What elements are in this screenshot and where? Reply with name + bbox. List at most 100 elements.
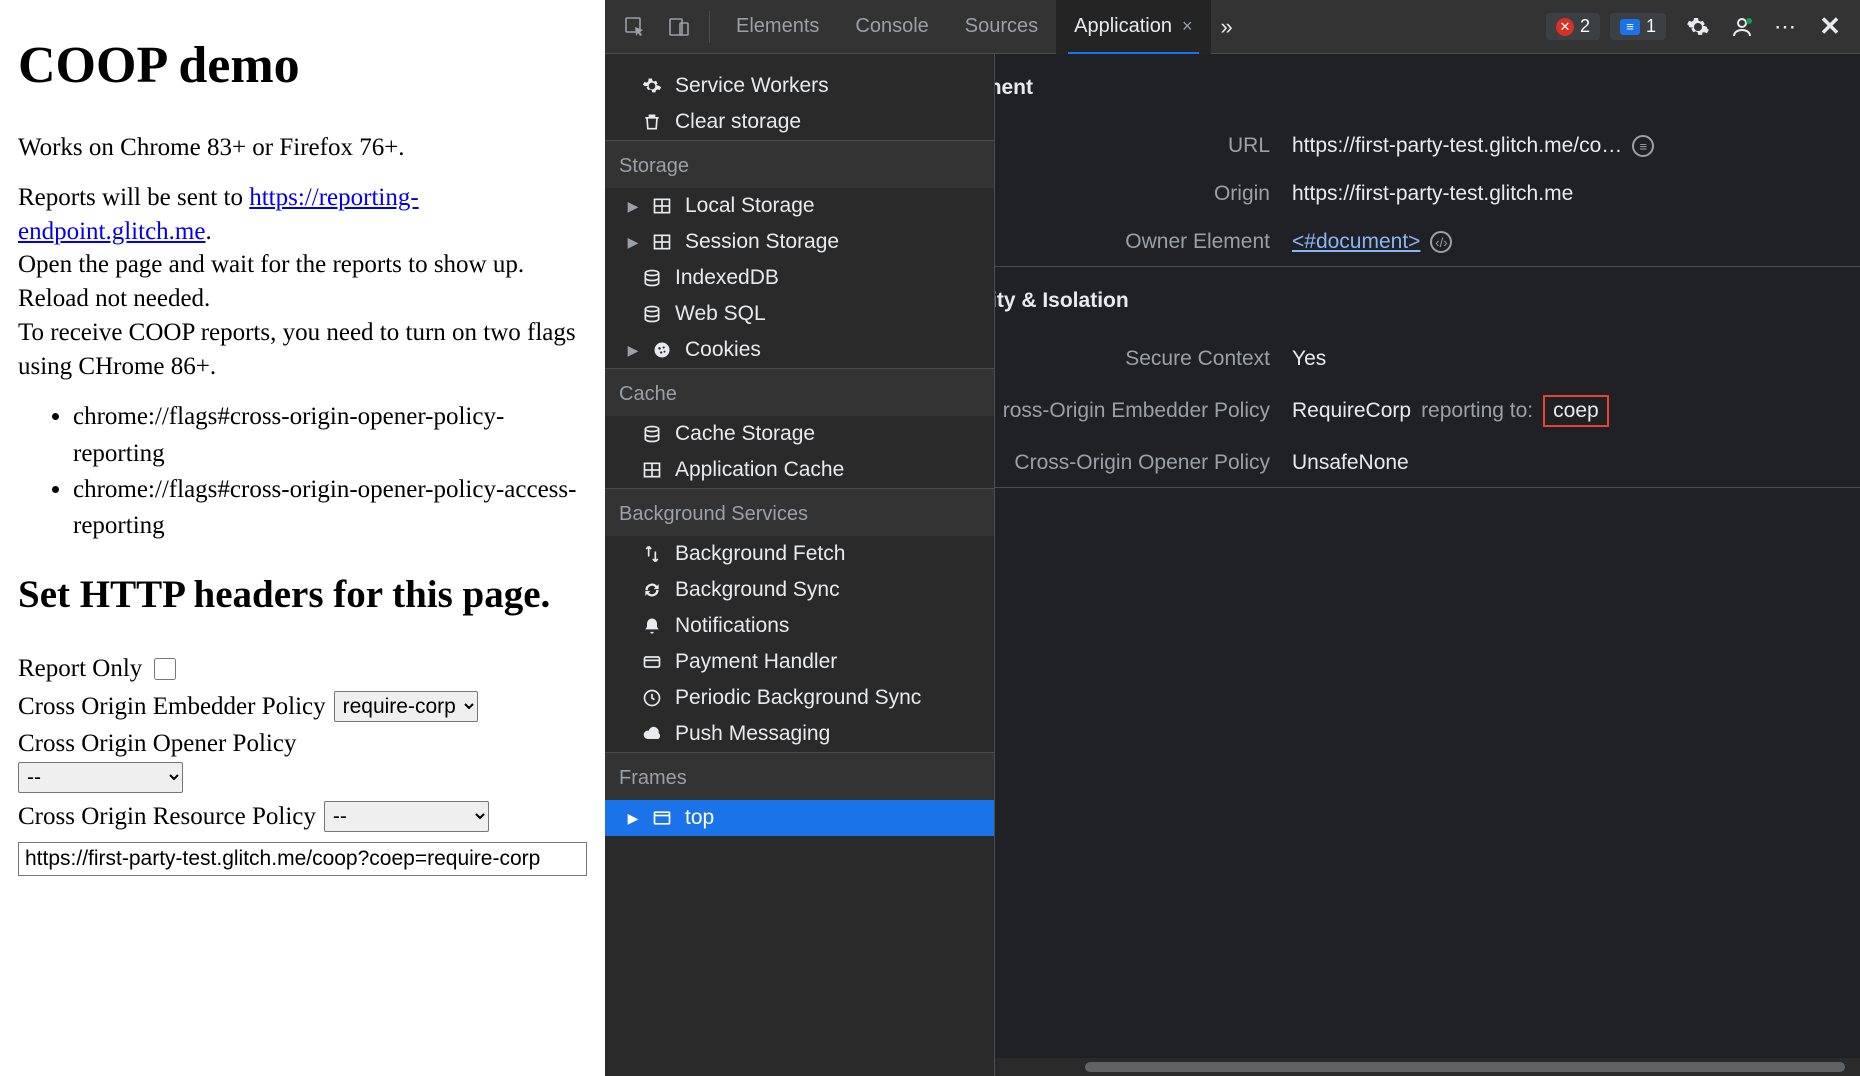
expand-icon[interactable]: ▶	[627, 198, 639, 215]
sidebar-item-background-fetch[interactable]: Background Fetch	[605, 536, 994, 572]
reveal-icon[interactable]: ≡	[1632, 135, 1654, 157]
corp-row: Cross Origin Resource Policy --	[18, 801, 587, 832]
report-only-checkbox[interactable]	[154, 658, 176, 680]
page-title: COOP demo	[18, 36, 587, 95]
inspect-element-icon[interactable]	[617, 9, 653, 45]
error-icon: ✕	[1556, 18, 1574, 36]
sidebar-item-indexeddb[interactable]: IndexedDB	[605, 260, 994, 296]
sidebar-group-cache: Cache	[605, 368, 994, 416]
owner-element-link[interactable]: <#document>	[1292, 230, 1420, 254]
coep-label: ross-Origin Embedder Policy	[995, 399, 1270, 423]
kebab-menu-icon[interactable]: ⋯	[1770, 11, 1802, 43]
window-icon	[651, 807, 673, 829]
secure-context-label: Secure Context	[995, 347, 1270, 371]
page-reports: Reports will be sent to https://reportin…	[18, 181, 587, 384]
errors-pill[interactable]: ✕ 2	[1546, 13, 1600, 40]
application-sidebar[interactable]: Manifest Service Workers Clear storage S…	[605, 54, 995, 1076]
info-icon: ≡	[1620, 19, 1640, 35]
tab-elements[interactable]: Elements	[718, 0, 837, 54]
coop-value: UnsafeNone	[1292, 451, 1409, 475]
demo-page: COOP demo Works on Chrome 83+ or Firefox…	[0, 0, 605, 1076]
sidebar-item-clear-storage[interactable]: Clear storage	[605, 104, 994, 140]
bell-icon	[641, 615, 663, 637]
coop-row: Cross Origin Opener Policy	[18, 730, 587, 758]
url-label: URL	[995, 134, 1270, 158]
coop-select[interactable]: --	[18, 762, 183, 793]
expand-icon[interactable]: ▶	[627, 342, 639, 359]
trash-icon	[641, 111, 663, 133]
sidebar-item-frame-top[interactable]: ▶ top	[605, 800, 994, 836]
coep-select[interactable]: require-corp	[334, 691, 478, 722]
sidebar-group-storage: Storage	[605, 140, 994, 188]
cookie-icon	[651, 339, 673, 361]
clock-icon	[641, 687, 663, 709]
url-display[interactable]: https://first-party-test.glitch.me/coop?…	[18, 842, 587, 876]
more-tabs-icon[interactable]: »	[1211, 14, 1243, 40]
coep-label: Cross Origin Embedder Policy	[18, 693, 326, 721]
sidebar-item-cache-storage[interactable]: Cache Storage	[605, 416, 994, 452]
horizontal-scrollbar[interactable]	[995, 1058, 1860, 1076]
sidebar-item-service-workers[interactable]: Service Workers	[605, 68, 994, 104]
flag-item: chrome://flags#cross-origin-opener-polic…	[73, 399, 587, 472]
database-icon	[641, 267, 663, 289]
report-only-label: Report Only	[18, 655, 142, 683]
sidebar-item-websql[interactable]: Web SQL	[605, 296, 994, 332]
coop-label: Cross-Origin Opener Policy	[995, 451, 1270, 475]
headers-heading: Set HTTP headers for this page.	[18, 572, 587, 619]
gear-icon	[641, 75, 663, 97]
report-only-row: Report Only	[18, 655, 587, 683]
corp-select[interactable]: --	[324, 801, 489, 832]
coep-value: RequireCorp	[1292, 399, 1411, 423]
sidebar-item-cookies[interactable]: ▶ Cookies	[605, 332, 994, 368]
expand-icon[interactable]: ▶	[627, 810, 639, 827]
section-security: urity & Isolation	[995, 267, 1860, 335]
corp-label: Cross Origin Resource Policy	[18, 803, 316, 831]
close-devtools-icon[interactable]: ✕	[1814, 11, 1846, 43]
sidebar-item-local-storage[interactable]: ▶ Local Storage	[605, 188, 994, 224]
owner-label: Owner Element	[995, 230, 1270, 254]
page-intro: Works on Chrome 83+ or Firefox 76+.	[18, 131, 587, 165]
sidebar-item-periodic-sync[interactable]: Periodic Background Sync	[605, 680, 994, 716]
database-icon	[641, 423, 663, 445]
info-pill[interactable]: ≡ 1	[1610, 13, 1666, 40]
sidebar-item-session-storage[interactable]: ▶ Session Storage	[605, 224, 994, 260]
coep-endpoint-badge: coep	[1543, 395, 1609, 427]
settings-icon[interactable]	[1682, 11, 1714, 43]
tab-sources[interactable]: Sources	[947, 0, 1056, 54]
cloud-icon	[641, 723, 663, 745]
sidebar-item-background-sync[interactable]: Background Sync	[605, 572, 994, 608]
grid-icon	[651, 195, 673, 217]
sidebar-item-push-messaging[interactable]: Push Messaging	[605, 716, 994, 752]
url-value: https://first-party-test.glitch.me/co…	[1292, 134, 1622, 158]
secure-context-value: Yes	[1292, 347, 1326, 371]
database-icon	[641, 303, 663, 325]
device-toolbar-icon[interactable]	[661, 9, 697, 45]
code-icon[interactable]: ‹/›	[1430, 231, 1452, 253]
flags-list: chrome://flags#cross-origin-opener-polic…	[73, 399, 587, 544]
sync-icon	[641, 579, 663, 601]
sidebar-item-notifications[interactable]: Notifications	[605, 608, 994, 644]
transfer-icon	[641, 543, 663, 565]
devtools: Elements Console Sources Application × »…	[605, 0, 1860, 1076]
close-icon[interactable]: ×	[1182, 16, 1193, 37]
sidebar-item-application-cache[interactable]: Application Cache	[605, 452, 994, 488]
tab-application[interactable]: Application ×	[1056, 0, 1210, 54]
grid-icon	[641, 459, 663, 481]
manifest-icon	[641, 54, 663, 55]
coop-label: Cross Origin Opener Policy	[18, 730, 296, 758]
sidebar-item-manifest[interactable]: Manifest	[605, 54, 994, 62]
sidebar-group-background: Background Services	[605, 488, 994, 536]
sidebar-item-payment-handler[interactable]: Payment Handler	[605, 644, 994, 680]
flag-item: chrome://flags#cross-origin-opener-polic…	[73, 472, 587, 545]
reporting-to-label: reporting to:	[1421, 399, 1533, 423]
origin-value: https://first-party-test.glitch.me	[1292, 182, 1573, 206]
coep-row: Cross Origin Embedder Policy require-cor…	[18, 691, 587, 722]
expand-icon[interactable]: ▶	[627, 234, 639, 251]
tab-console[interactable]: Console	[837, 0, 946, 54]
origin-label: Origin	[995, 182, 1270, 206]
sidebar-group-frames: Frames	[605, 752, 994, 800]
section-document: ument	[995, 54, 1860, 122]
credit-card-icon	[641, 651, 663, 673]
frame-details-panel[interactable]: ument URL https://first-party-test.glitc…	[995, 54, 1860, 1076]
account-icon[interactable]	[1726, 11, 1758, 43]
